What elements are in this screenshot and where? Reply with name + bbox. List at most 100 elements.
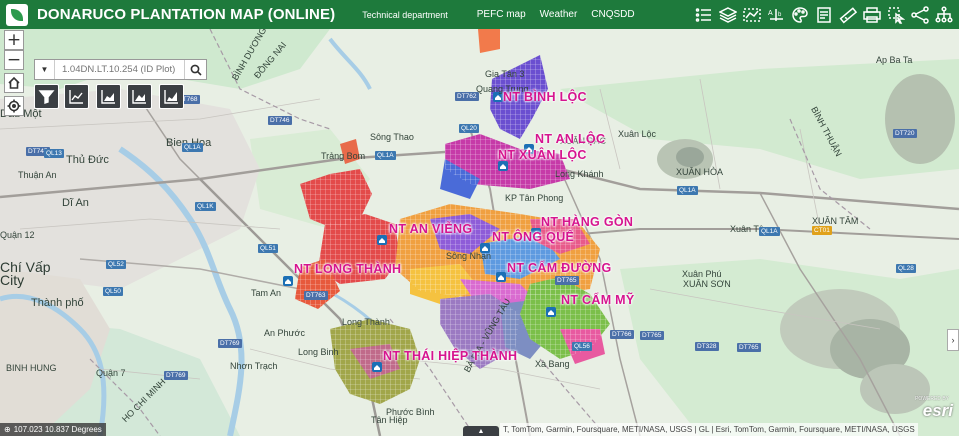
network-icon[interactable] [908, 3, 931, 26]
nav-weather[interactable]: Weather [540, 9, 578, 20]
place-di-an: Dĩ An [62, 197, 89, 209]
farm-label-an-vieng[interactable]: NT AN VIỄNG [389, 222, 472, 236]
road-shield: DT765 [737, 343, 761, 352]
road-shield: DT763 [304, 291, 328, 300]
place-an-phuoc: An Phước [264, 328, 305, 338]
top-bar: DONARUCO PLANTATION MAP (ONLINE) Technic… [0, 0, 959, 29]
farm-label-long-thanh[interactable]: NT LONG THÀNH [294, 262, 401, 276]
place-city: City [0, 272, 25, 288]
nav-technical-department[interactable]: Technical department [362, 10, 448, 20]
farm-label-xuan-loc[interactable]: NT XUÂN LỘC [498, 148, 587, 162]
donaruco-logo [6, 3, 28, 26]
search-source-dropdown[interactable]: ▼ [35, 60, 55, 79]
road-shield: QL1A [759, 227, 780, 236]
place-xuan-phu: Xuân Phú [682, 269, 722, 279]
line-chart-icon [69, 90, 83, 104]
toolbar: Ab [692, 3, 955, 26]
farm-label-cam-duong[interactable]: NT CẨM ĐƯỜNG [507, 261, 612, 275]
list-icon[interactable] [692, 3, 715, 26]
form-icon[interactable] [812, 3, 835, 26]
road-shield: QL1K [195, 202, 216, 211]
place-xuan-son: XUÂN SƠN [683, 279, 731, 289]
map-view[interactable]: Chí Vấp City Thành phố Bien Hoa Dĩ An Th… [0, 29, 959, 436]
road-shield: DT746 [268, 116, 292, 125]
place-long-khanh: Long Khánh [555, 169, 604, 179]
filter-icon [38, 90, 55, 104]
place-ap-ba-ta: Ap Ba Ta [876, 55, 913, 65]
farm-label-hang-gon[interactable]: NT HÀNG GÒN [541, 215, 633, 229]
hierarchy-icon[interactable] [932, 3, 955, 26]
road-shield: QL1A [182, 143, 203, 152]
chevron-down-icon: ▼ [40, 65, 49, 74]
chart-button-1[interactable] [64, 84, 89, 109]
place-long-binh: Long Binh [298, 347, 339, 357]
road-shield: QL52 [106, 260, 126, 269]
measure-path-icon[interactable] [740, 3, 763, 26]
road-shield: DT720 [893, 129, 917, 138]
area-chart-icon [132, 90, 146, 104]
road-shield: DT765 [555, 276, 579, 285]
coordinate-icon: ⊕ [4, 425, 11, 434]
road-shield: DT328 [695, 342, 719, 351]
place-tan-phong: KP Tân Phong [505, 193, 564, 203]
attribution-expander[interactable]: ▲ [463, 426, 499, 436]
search-button[interactable] [184, 60, 206, 79]
chevron-right-icon: › [951, 335, 955, 345]
palette-icon[interactable] [788, 3, 811, 26]
place-xa-bang: Xà Bang [535, 359, 570, 369]
place-thuan-an: Thuận An [18, 170, 57, 180]
locate-button[interactable] [4, 96, 24, 116]
farm-label-cam-my[interactable]: NT CẨM MỸ [561, 293, 635, 307]
zoom-in-button[interactable]: + [4, 30, 24, 50]
road-shield: QL20 [459, 124, 479, 133]
road-shield: DT766 [610, 330, 634, 339]
road-shield: QL28 [896, 264, 916, 273]
road-shield: QL13 [44, 149, 64, 158]
farm-label-binh-loc[interactable]: NT BÌNH LỘC [503, 90, 587, 104]
ruler-icon[interactable] [836, 3, 859, 26]
zoom-out-button[interactable]: − [4, 50, 24, 70]
chart-button-4[interactable] [159, 84, 184, 109]
nav-cnqsdd[interactable]: CNQSDD [591, 9, 634, 20]
place-thanh-pho: Thành phố [31, 297, 84, 309]
place-quan-7: Quận 7 [96, 368, 126, 378]
place-xuan-hoa: XUÂN HÒA [676, 167, 724, 177]
farm-label-thai-hiep-thanh[interactable]: NT THÁI HIỆP THÀNH [383, 349, 517, 363]
text-layer-icon[interactable]: Ab [764, 3, 787, 26]
farm-label-ong-que[interactable]: NT ÔNG QUẾ [492, 230, 574, 244]
road-shield: QL51 [258, 244, 278, 253]
area-chart-icon [164, 90, 178, 104]
home-icon [8, 76, 20, 89]
chevron-up-icon: ▲ [477, 427, 485, 435]
place-xuan-loc: Xuân Lộc [618, 129, 657, 139]
select-icon[interactable] [884, 3, 907, 26]
coordinate-text: 107.023 10.837 Degrees [13, 425, 102, 434]
svg-text:A: A [768, 10, 773, 17]
place-nhon-trach: Nhơn Trạch [230, 361, 278, 371]
print-icon[interactable] [860, 3, 883, 26]
nav-pefc-map[interactable]: PEFC map [477, 9, 526, 20]
side-panel-toggle[interactable]: › [947, 329, 959, 351]
plot-search-input[interactable] [55, 60, 184, 79]
place-song-nhan: Sông Nhạn [446, 251, 492, 261]
attribution-text: T, TomTom, Garmin, Foursquare, METI/NASA… [500, 423, 918, 436]
place-binh-hung: BINH HUNG [6, 363, 57, 373]
place-phuoc-binh: Phước Bình [386, 407, 435, 417]
plot-search-box: ▼ [34, 59, 207, 80]
layers-icon[interactable] [716, 3, 739, 26]
road-shield: QL56 [572, 342, 592, 351]
farm-label-an-loc[interactable]: NT AN LỘC [535, 132, 605, 146]
home-button[interactable] [4, 73, 24, 93]
chart-button-2[interactable] [96, 84, 121, 109]
filter-button[interactable] [34, 84, 59, 109]
place-long-thanh: Long Thành [342, 317, 390, 327]
road-shield: DT769 [164, 371, 188, 380]
road-shield: DT762 [455, 92, 479, 101]
chart-button-3[interactable] [127, 84, 152, 109]
road-shield: QL1A [677, 186, 698, 195]
place-xuan-tam: XUÂN TÂM [812, 216, 859, 226]
road-shield: QL1A [375, 151, 396, 160]
place-tam-an: Tam An [251, 288, 282, 298]
place-quan-12: Quận 12 [0, 230, 35, 240]
coordinate-readout: ⊕ 107.023 10.837 Degrees [0, 423, 106, 436]
